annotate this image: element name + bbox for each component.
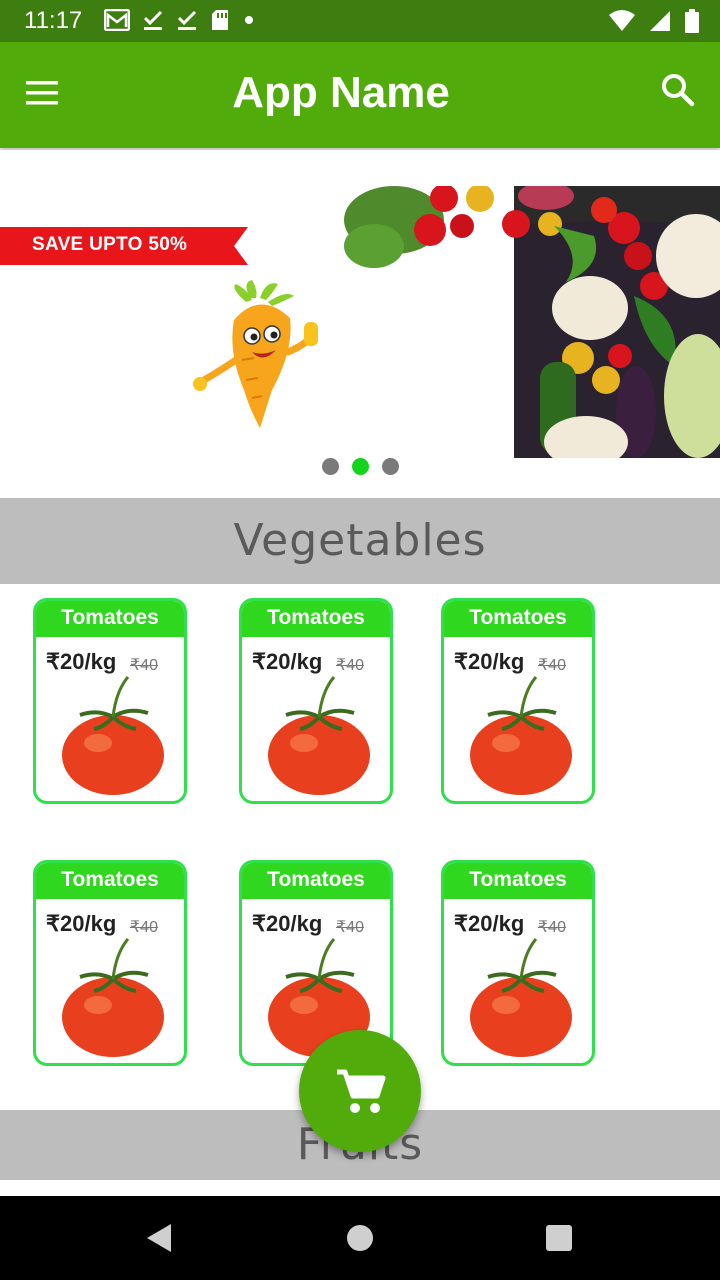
product-card[interactable]: Tomatoes ₹20/kg ₹40 [441,598,595,804]
promo-banner[interactable]: SAVE UPTO 50% [0,150,720,496]
product-name: Tomatoes [36,601,184,637]
vegetables-banner-image [304,186,720,458]
check-icon [143,10,163,30]
carousel-dot[interactable] [321,458,339,475]
tomato-image [62,676,164,795]
product-card[interactable]: Tomatoes ₹20/kg ₹40 [239,598,393,804]
recents-icon[interactable] [546,1225,572,1251]
product-card[interactable]: Tomatoes ₹20/kg ₹40 [33,860,187,1066]
product-card[interactable]: Tomatoes ₹20/kg ₹40 [33,598,187,804]
cart-icon [337,1069,386,1113]
cart-button[interactable] [299,1030,421,1152]
product-name: Tomatoes [242,863,390,899]
search-button[interactable] [658,70,702,114]
dot-icon [245,16,253,24]
status-time: 11:17 [24,7,83,34]
tomato-image [268,676,370,795]
product-name: Tomatoes [444,601,592,637]
tomato-image [470,938,572,1057]
wifi-icon [609,10,635,31]
system-icons [608,9,700,33]
app-title: App Name [232,68,450,117]
product-card[interactable]: Tomatoes ₹20/kg ₹40 [441,860,595,1066]
gmail-icon [104,9,130,31]
notification-icons [104,9,256,31]
tomato-image [62,938,164,1057]
carousel-dot[interactable] [381,458,399,475]
app-bar: App Name [0,42,720,148]
signal-icon [650,11,670,31]
tomato-image [470,676,572,795]
back-icon[interactable] [145,1222,173,1254]
product-name: Tomatoes [36,863,184,899]
search-icon [662,74,695,107]
save-label: SAVE UPTO 50% [32,234,188,255]
carousel-dot-active[interactable] [351,458,369,475]
status-bar: 11:17 [0,0,720,42]
check-icon [177,10,197,30]
content-strip [0,1180,720,1196]
navigation-bar [0,1196,720,1280]
product-name: Tomatoes [444,863,592,899]
vegetables-section-header[interactable]: Vegetables [0,498,720,584]
battery-icon [685,9,699,33]
product-name: Tomatoes [242,601,390,637]
carousel-indicator [0,458,720,475]
product-row: Tomatoes ₹20/kg ₹40 Tomatoes ₹20/kg ₹40 … [0,584,720,846]
sd-card-icon [212,10,228,30]
home-icon[interactable] [347,1225,373,1251]
